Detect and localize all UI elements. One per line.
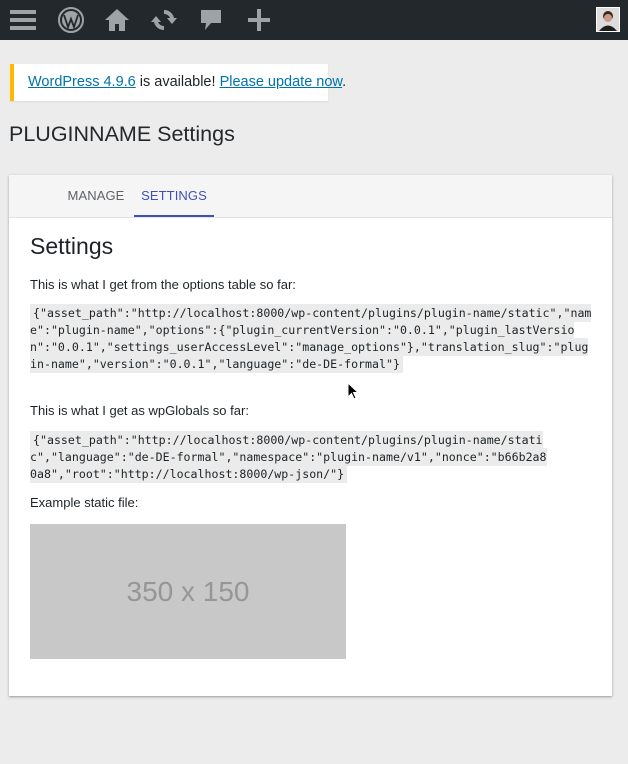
update-now-link[interactable]: Please update now (220, 74, 343, 90)
menu-icon[interactable] (9, 4, 37, 36)
globals-json-text: {"asset_path":"http://localhost:8000/wp-… (30, 431, 547, 483)
static-file-label: Example static file: (30, 495, 139, 510)
globals-json: {"asset_path":"http://localhost:8000/wp-… (30, 431, 550, 483)
placeholder-image: 350 x 150 (30, 524, 346, 659)
placeholder-image-text: 350 x 150 (126, 575, 250, 607)
notice-text: is available! (135, 74, 220, 90)
avatar[interactable] (596, 7, 620, 32)
new-content-icon[interactable] (245, 4, 273, 36)
page-title: PLUGINNAME Settings (9, 122, 235, 146)
settings-card: MANAGE SETTINGS Settings This is what I … (9, 175, 612, 696)
options-label: This is what I get from the options tabl… (30, 277, 296, 292)
tab-settings[interactable]: SETTINGS (134, 175, 214, 217)
options-json-text: {"asset_path":"http://localhost:8000/wp-… (30, 304, 592, 373)
tab-bar: MANAGE SETTINGS (9, 175, 612, 218)
notice-end: . (342, 74, 347, 90)
comments-icon[interactable] (198, 4, 224, 36)
globals-label: This is what I get as wpGlobals so far: (30, 403, 249, 418)
settings-heading: Settings (30, 233, 114, 259)
wordpress-version-link[interactable]: WordPress 4.9.6 (28, 74, 136, 90)
update-notice: WordPress 4.9.6 is available! Please upd… (10, 64, 346, 101)
options-json: {"asset_path":"http://localhost:8000/wp-… (30, 304, 592, 373)
home-icon[interactable] (103, 4, 131, 36)
admin-bar (0, 0, 628, 40)
updates-icon[interactable] (148, 4, 180, 36)
wordpress-logo-icon[interactable] (57, 4, 85, 36)
tab-manage[interactable]: MANAGE (61, 175, 131, 217)
mouse-cursor-icon (347, 381, 360, 405)
